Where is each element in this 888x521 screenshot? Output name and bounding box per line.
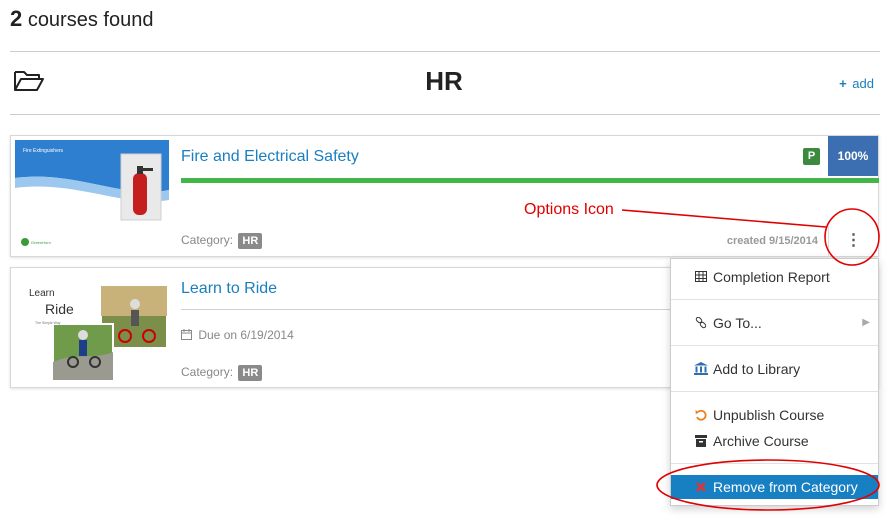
menu-item-completion-report[interactable]: Completion Report [671,265,878,289]
menu-item-go-to[interactable]: Go To... ▶ [671,311,878,335]
menu-item-label: Archive Course [713,433,809,449]
due-date: Due on 6/19/2014 [181,328,294,342]
menu-item-label: Go To... [713,315,762,331]
course-title-link[interactable]: Fire and Electrical Safety [181,148,359,166]
add-course-link[interactable]: + add [839,76,874,91]
thumb-caption: Fire Extinguishers [23,148,64,154]
course-thumbnail[interactable]: Learn Ride The Simple Way [15,272,169,385]
menu-divider [671,345,878,346]
menu-item-label: Add to Library [713,361,801,377]
menu-item-label: Unpublish Course [713,407,825,423]
options-menu: Completion Report Go To... ▶ Add to Libr… [670,258,879,506]
menu-divider [671,299,878,300]
thumb-line2: Ride [45,301,74,317]
progress-percent: 100% [828,136,878,176]
category-label: Category: [181,365,234,379]
menu-item-remove-from-category[interactable]: Remove from Category [671,475,878,499]
menu-item-add-to-library[interactable]: Add to Library [671,357,878,381]
category-tag[interactable]: HR [238,233,263,249]
thumb-brand: GreenHorn [31,240,51,245]
link-icon [695,317,707,329]
published-badge: P [803,148,820,165]
divider [181,309,711,310]
category-tag[interactable]: HR [238,365,263,381]
archive-icon [695,435,707,447]
category-label: Category: [181,233,234,247]
add-label: add [852,76,874,91]
thumb-line1: Learn [29,288,55,299]
chevron-right-icon: ▶ [862,317,870,328]
progress-bar [181,178,879,183]
menu-item-label: Completion Report [713,269,830,285]
results-count: 2 [10,6,23,31]
remove-icon [696,482,706,492]
menu-divider [671,391,878,392]
menu-item-unpublish-course[interactable]: Unpublish Course [671,403,878,427]
thumb-line3: The Simple Way [35,321,61,325]
course-category: Category: HR [181,365,263,381]
results-heading: 2 courses found [10,6,153,32]
table-icon [695,271,707,282]
bank-icon [694,362,708,375]
created-date: created 9/15/2014 [726,235,818,247]
course-thumbnail[interactable]: Fire Extinguishers GreenHorn [15,140,169,253]
calendar-icon [181,329,192,340]
vertical-ellipsis-icon: ⋮ [845,232,862,249]
category-title: HR [425,66,463,96]
divider [10,114,880,115]
course-card: Fire Extinguishers GreenHorn Fire and El… [10,135,879,257]
results-label: courses found [27,9,154,31]
course-category: Category: HR [181,233,263,249]
menu-item-archive-course[interactable]: Archive Course [671,429,878,453]
annotation-label: Options Icon [524,201,614,218]
options-button[interactable]: ⋮ [828,226,878,257]
menu-item-label: Remove from Category [713,479,858,495]
plus-icon: + [839,76,847,91]
due-text: Due on 6/19/2014 [198,328,294,342]
menu-divider [671,463,878,464]
divider [10,51,880,52]
undo-icon [695,409,707,421]
course-title-link[interactable]: Learn to Ride [181,280,277,298]
